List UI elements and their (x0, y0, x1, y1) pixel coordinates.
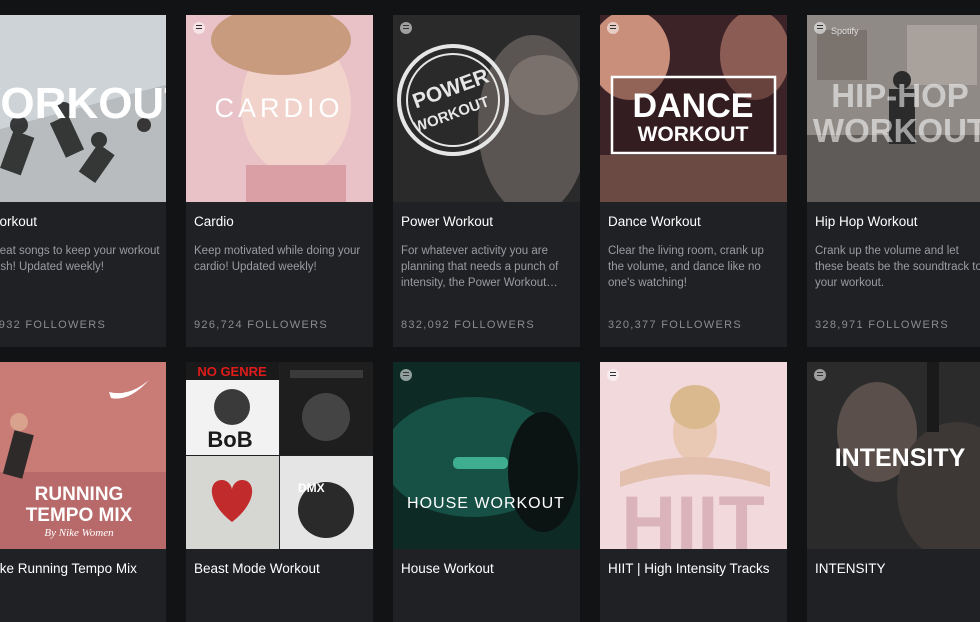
cover-text-1: RUNNING (35, 484, 124, 505)
playlist-card-nike-running-tempo-mix[interactable]: RUNNING TEMPO MIX By Nike Women Nike Run… (0, 362, 166, 622)
playlist-card-power-workout[interactable]: POWER WORKOUT Power Workout For whatever… (393, 15, 580, 347)
playlist-cover-dance-workout[interactable]: DANCE WORKOUT (600, 15, 787, 202)
playlist-title[interactable]: Beast Mode Workout (194, 561, 369, 576)
playlist-card-workout[interactable]: WORKOUT Workout Great songs to keep your… (0, 15, 166, 347)
playlist-cover-workout[interactable]: WORKOUT (0, 15, 166, 202)
playlist-followers: 832,092 FOLLOWERS (401, 319, 535, 331)
playlist-description: Clear the living room, crank up the volu… (608, 245, 764, 289)
playlist-title[interactable]: House Workout (401, 561, 576, 576)
cover-text: INTENSITY (835, 444, 966, 472)
playlist-description: Crank up the volume and let these beats … (815, 245, 980, 289)
playlist-card-hip-hop-workout[interactable]: HIP-HOP WORKOUT Spotify Hip Hop Workout … (807, 15, 980, 347)
playlist-followers: 320,377 FOLLOWERS (608, 319, 742, 331)
cover-text-1: DANCE (633, 87, 754, 125)
playlist-card-intensity[interactable]: INTENSITY INTENSITY (807, 362, 980, 622)
cover-text-2: BoB (207, 427, 252, 452)
playlist-cover-hiit[interactable]: HIIT (600, 362, 787, 549)
spotify-icon (193, 22, 205, 34)
playlist-card-dance-workout[interactable]: DANCE WORKOUT Dance Workout Clear the li… (600, 15, 787, 347)
spotify-badge-text: Spotify (831, 26, 859, 36)
spotify-icon (607, 369, 619, 381)
spotify-icon (400, 369, 412, 381)
playlist-followers: 7,932 FOLLOWERS (0, 319, 107, 331)
cover-text-2: WORKOUT (638, 123, 749, 146)
cover-text-2: TEMPO MIX (26, 505, 133, 526)
playlist-description: Keep motivated while doing your cardio! … (194, 245, 361, 273)
cover-text-3: By Nike Women (44, 527, 114, 539)
playlist-card-cardio[interactable]: CARDIO Cardio Keep motivated while doing… (186, 15, 373, 347)
playlist-card-house-workout[interactable]: HOUSE WORKOUT House Workout (393, 362, 580, 622)
playlist-title[interactable]: INTENSITY (815, 561, 980, 576)
playlist-title[interactable]: Hip Hop Workout (815, 214, 980, 229)
spotify-icon (607, 22, 619, 34)
playlist-card-beast-mode-workout[interactable]: NO GENRE BoB DMX Beast Mode Workout (186, 362, 373, 622)
cover-text-3: DMX (298, 481, 325, 495)
spotify-icon (400, 22, 412, 34)
playlist-cover-beast-mode[interactable]: NO GENRE BoB DMX (186, 362, 373, 549)
playlist-title[interactable]: Nike Running Tempo Mix (0, 561, 162, 576)
playlist-cover-power-workout[interactable]: POWER WORKOUT (393, 15, 580, 202)
playlist-followers: 926,724 FOLLOWERS (194, 319, 328, 331)
playlist-title[interactable]: Cardio (194, 214, 369, 229)
playlist-description: For whatever activity you are planning t… (401, 245, 559, 289)
playlist-cover-intensity[interactable]: INTENSITY (807, 362, 980, 549)
playlist-title[interactable]: Power Workout (401, 214, 576, 229)
playlist-title[interactable]: HIIT | High Intensity Tracks (608, 561, 783, 576)
cover-text: CARDIO (214, 93, 343, 123)
cover-text: HIIT (621, 481, 765, 549)
playlist-title[interactable]: Dance Workout (608, 214, 783, 229)
cover-text: HOUSE WORKOUT (407, 495, 565, 512)
playlist-title[interactable]: Workout (0, 214, 162, 229)
playlist-followers: 328,971 FOLLOWERS (815, 319, 949, 331)
spotify-icon (814, 369, 826, 381)
spotify-icon (814, 22, 826, 34)
cover-text: WORKOUT (0, 79, 166, 128)
cover-text-2: WORKOUT (813, 112, 980, 149)
cover-text-1: NO GENRE (197, 364, 267, 379)
playlist-description: Great songs to keep your workout fresh! … (0, 245, 160, 273)
playlist-cover-hip-hop-workout[interactable]: HIP-HOP WORKOUT Spotify (807, 15, 980, 202)
playlist-cover-house-workout[interactable]: HOUSE WORKOUT (393, 362, 580, 549)
playlist-cover-cardio[interactable]: CARDIO (186, 15, 373, 202)
playlist-cover-nike-running[interactable]: RUNNING TEMPO MIX By Nike Women (0, 362, 166, 549)
playlist-card-hiit[interactable]: HIIT HIIT | High Intensity Tracks (600, 362, 787, 622)
cover-text-1: HIP-HOP (831, 77, 969, 114)
